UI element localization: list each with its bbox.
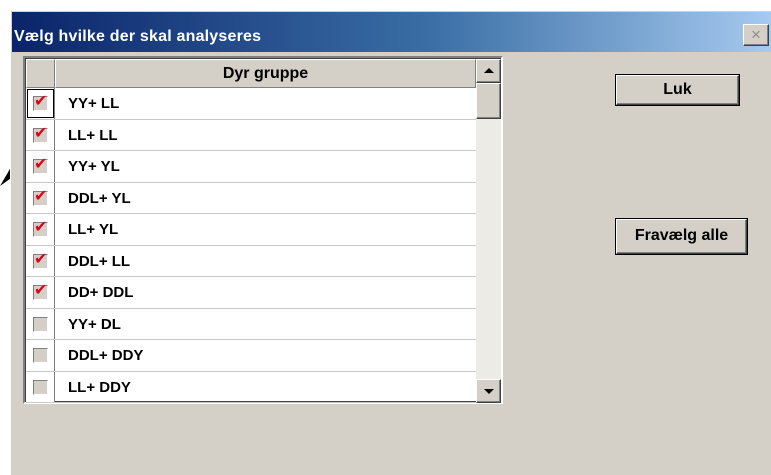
scroll-down-button[interactable] — [476, 379, 501, 403]
checkbox-cell[interactable]: ✔ — [26, 119, 55, 150]
row-checkbox[interactable] — [33, 379, 48, 395]
scroll-up-arrow-icon — [484, 68, 494, 73]
checkbox-cell[interactable]: ✔ — [26, 214, 55, 245]
checkbox-cell[interactable] — [26, 340, 55, 371]
row-label: DDL+ DDY — [68, 347, 144, 364]
row-checkbox[interactable]: ✔ — [33, 282, 48, 300]
table-row[interactable]: ✔ LL+ YL — [26, 214, 476, 246]
scroll-thumb[interactable] — [476, 83, 501, 119]
row-checkbox[interactable]: ✔ — [33, 93, 48, 111]
checkbox-cell[interactable] — [26, 371, 55, 402]
table-row[interactable]: ✔ LL+ LL — [26, 119, 476, 151]
animal-group-grid: Dyr gruppe ✔ YY+ LL ✔ LL+ LL ✔ YY+ YL ✔ DDL+ YL… — [23, 56, 503, 404]
grid-corner-header — [26, 59, 55, 88]
table-row[interactable]: ✔ DDL+ YL — [26, 182, 476, 214]
column-header-dyr-gruppe[interactable]: Dyr gruppe — [55, 59, 476, 88]
table-row[interactable]: ✔ YY+ YL — [26, 151, 476, 183]
row-label: YY+ DL — [68, 315, 121, 333]
checkmark-icon: ✔ — [34, 282, 48, 299]
row-label: DDL+ LL — [68, 252, 131, 270]
row-label: LL+ DDY — [68, 378, 131, 396]
row-label: YY+ YL — [68, 158, 120, 175]
table-row[interactable]: DDL+ DDY — [26, 340, 476, 372]
vertical-scrollbar[interactable] — [476, 59, 501, 403]
checkmark-icon: ✔ — [34, 156, 48, 173]
checkbox-cell[interactable]: ✔ — [26, 245, 55, 276]
row-checkbox[interactable]: ✔ — [33, 219, 48, 237]
table-row[interactable]: ✔ YY+ LL — [26, 88, 476, 120]
row-checkbox[interactable]: ✔ — [33, 124, 48, 143]
row-checkbox[interactable] — [33, 316, 48, 332]
checkmark-icon: ✔ — [34, 187, 48, 205]
checkbox-cell[interactable] — [26, 308, 55, 339]
grid-rows: ✔ YY+ LL ✔ LL+ LL ✔ YY+ YL ✔ DDL+ YL ✔ LL+ YL ✔ DDL… — [26, 88, 476, 403]
scroll-up-button[interactable] — [476, 59, 501, 83]
checkmark-icon: ✔ — [34, 93, 48, 110]
row-label: YY+ LL — [68, 95, 120, 112]
close-icon[interactable]: × — [743, 24, 769, 46]
row-label: LL+ LL — [68, 126, 118, 144]
scroll-down-arrow-icon — [484, 389, 494, 394]
checkmark-icon: ✔ — [34, 219, 48, 236]
row-checkbox[interactable]: ✔ — [33, 187, 48, 206]
row-label: DD+ DDL — [68, 284, 134, 301]
deselect-all-button[interactable]: Fravælg alle — [616, 219, 747, 254]
table-row[interactable]: LL+ DDY — [26, 371, 476, 403]
window-title: Vælg hvilke der skal analyseres — [14, 28, 262, 45]
checkmark-icon: ✔ — [34, 124, 48, 142]
checkbox-cell[interactable]: ✔ — [26, 151, 55, 182]
table-row[interactable]: YY+ DL — [26, 308, 476, 340]
row-checkbox[interactable]: ✔ — [33, 250, 48, 269]
checkbox-cell[interactable]: ✔ — [26, 88, 55, 119]
row-label: DDL+ YL — [68, 189, 131, 207]
row-checkbox[interactable] — [33, 348, 48, 363]
table-row[interactable]: ✔ DDL+ LL — [26, 245, 476, 277]
row-label: LL+ YL — [68, 221, 119, 238]
close-button[interactable]: Luk — [616, 75, 739, 105]
title-bar[interactable]: Vælg hvilke der skal analyseres × — [12, 12, 771, 52]
checkbox-cell[interactable]: ✔ — [26, 277, 55, 308]
table-row[interactable]: ✔ DD+ DDL — [26, 277, 476, 309]
checkbox-cell[interactable]: ✔ — [26, 182, 55, 213]
checkmark-icon: ✔ — [34, 250, 48, 268]
row-checkbox[interactable]: ✔ — [33, 156, 48, 174]
